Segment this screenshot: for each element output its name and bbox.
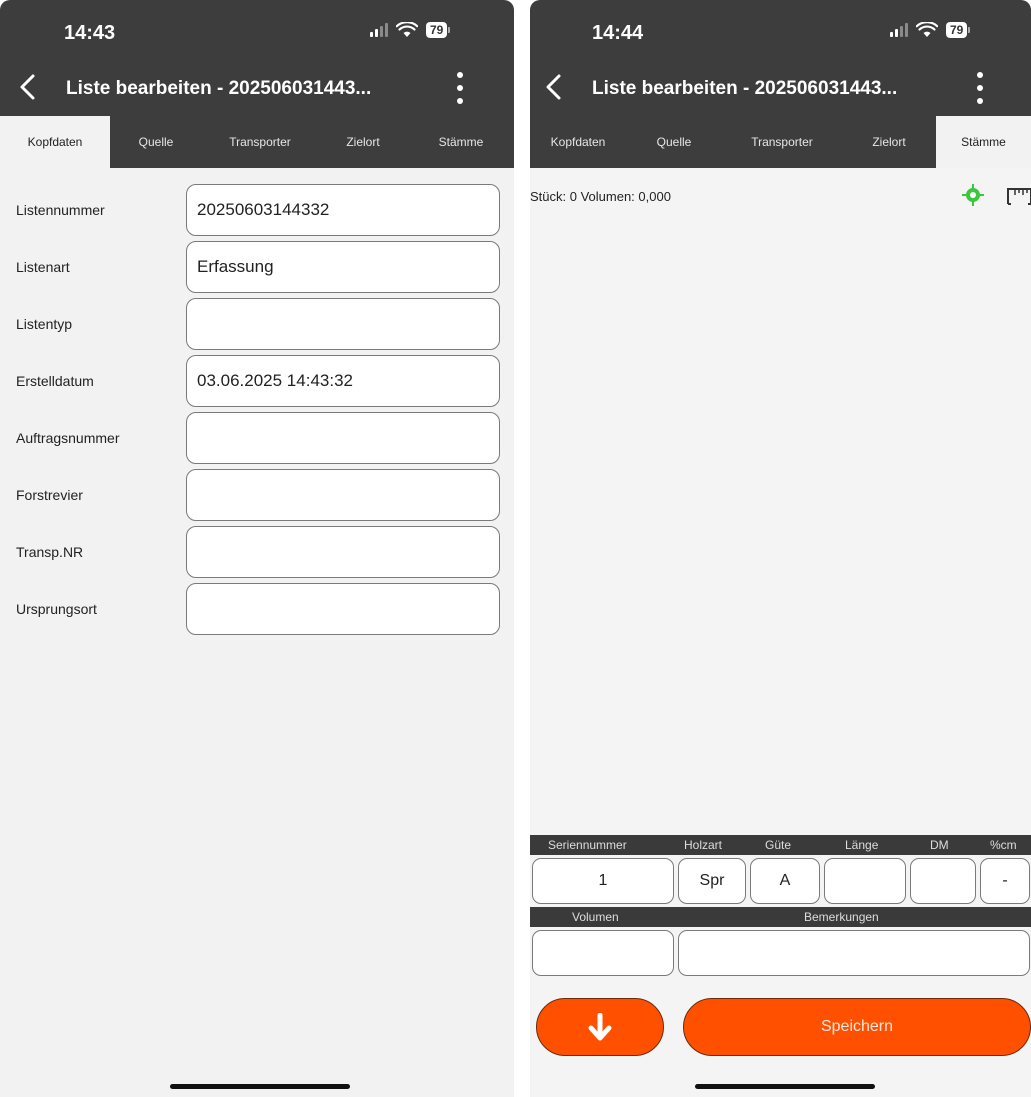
volumen-field[interactable] <box>532 930 674 976</box>
back-arrow-icon[interactable] <box>18 73 38 101</box>
status-bar: 14:43 79 <box>0 0 514 60</box>
listennummer-field[interactable]: 20250603144332 <box>186 184 500 236</box>
seriennummer-field[interactable]: 1 <box>532 858 674 904</box>
status-time: 14:43 <box>64 22 116 44</box>
tab-quelle[interactable]: Quelle <box>110 116 202 168</box>
tab-zielort[interactable]: Zielort <box>318 116 408 168</box>
wifi-icon <box>916 22 938 37</box>
transp-nr-field[interactable] <box>186 526 500 578</box>
header-volumen: Volumen <box>572 910 619 924</box>
more-vertical-icon[interactable] <box>975 72 985 104</box>
form-row-listenart: Listenart Erfassung <box>0 239 514 296</box>
form-row-forstrevier: Forstrevier <box>0 467 514 524</box>
prozent-cm-field[interactable]: - <box>980 858 1030 904</box>
header-laenge: Länge <box>845 838 879 852</box>
header-guete: Güte <box>765 838 792 852</box>
back-arrow-icon[interactable] <box>544 73 564 101</box>
battery-icon: 79 <box>946 22 971 38</box>
signal-icon <box>890 23 908 37</box>
erstelldatum-field[interactable]: 03.06.2025 14:43:32 <box>186 355 500 407</box>
tab-transporter[interactable]: Transporter <box>202 116 318 168</box>
gps-target-icon[interactable] <box>962 184 984 206</box>
status-time: 14:44 <box>592 22 644 44</box>
save-button[interactable]: Speichern <box>683 998 1031 1056</box>
header-prozent-cm: %cm <box>990 838 1017 852</box>
form-row-listentyp: Listentyp <box>0 296 514 353</box>
form-row-ursprungsort: Ursprungsort <box>0 581 514 638</box>
bemerkungen-field[interactable] <box>678 930 1030 976</box>
down-button[interactable] <box>536 998 664 1056</box>
status-bar: 14:44 79 <box>530 0 1031 60</box>
status-icons: 79 <box>890 22 971 38</box>
caliper-icon[interactable] <box>1004 186 1031 206</box>
tab-kopfdaten[interactable]: Kopfdaten <box>0 116 110 168</box>
tab-staemme[interactable]: Stämme <box>408 116 514 168</box>
listenart-field[interactable]: Erfassung <box>186 241 500 293</box>
grid-header-row-1: Seriennummer Holzart Güte Länge DM %cm <box>530 835 1031 855</box>
header-dm: DM <box>930 838 949 852</box>
right-phone-screen: 14:44 79 Liste bearbeiten - 202506031443… <box>530 0 1031 1097</box>
app-bar: Liste bearbeiten - 202506031443... <box>0 60 514 116</box>
screenshot-stage: 14:43 79 Liste bearbeiten - 202506031443… <box>0 0 1031 1097</box>
tab-kopfdaten[interactable]: Kopfdaten <box>530 116 626 168</box>
ursprungsort-field[interactable] <box>186 583 500 635</box>
field-label: Transp.NR <box>16 544 84 560</box>
form-row-erstelldatum: Erstelldatum 03.06.2025 14:43:32 <box>0 353 514 410</box>
field-label: Auftragsnummer <box>16 430 120 446</box>
grid-header-row-2: Volumen Bemerkungen <box>530 907 1031 927</box>
field-label: Forstrevier <box>16 487 83 503</box>
forstrevier-field[interactable] <box>186 469 500 521</box>
field-label: Erstelldatum <box>16 373 94 389</box>
field-label: Listentyp <box>16 316 73 332</box>
summary-text: Stück: 0 Volumen: 0,000 <box>530 189 671 204</box>
battery-level: 79 <box>426 22 448 38</box>
page-title: Liste bearbeiten - 202506031443... <box>592 78 898 99</box>
home-indicator[interactable] <box>170 1084 350 1089</box>
tab-quelle[interactable]: Quelle <box>626 116 722 168</box>
tab-bar: Kopfdaten Quelle Transporter Zielort Stä… <box>0 116 514 168</box>
page-title: Liste bearbeiten - 202506031443... <box>66 78 372 99</box>
status-icons: 79 <box>370 22 451 38</box>
home-indicator[interactable] <box>695 1084 875 1089</box>
more-vertical-icon[interactable] <box>455 72 465 104</box>
field-label: Listennummer <box>16 202 105 218</box>
tab-staemme[interactable]: Stämme <box>936 116 1031 168</box>
app-bar: Liste bearbeiten - 202506031443... <box>530 60 1031 116</box>
laenge-field[interactable] <box>824 858 906 904</box>
form-row-auftragsnummer: Auftragsnummer <box>0 410 514 467</box>
tab-transporter[interactable]: Transporter <box>722 116 842 168</box>
signal-icon <box>370 23 388 37</box>
tab-zielort[interactable]: Zielort <box>842 116 936 168</box>
header-bemerkungen: Bemerkungen <box>804 910 879 924</box>
field-label: Listenart <box>16 259 70 275</box>
battery-icon: 79 <box>426 22 451 38</box>
guete-field[interactable]: A <box>750 858 820 904</box>
dm-field[interactable] <box>910 858 976 904</box>
battery-level: 79 <box>946 22 968 38</box>
holzart-field[interactable]: Spr <box>678 858 746 904</box>
form-row-listennummer: Listennummer 20250603144332 <box>0 182 514 239</box>
wifi-icon <box>396 22 418 37</box>
tab-bar: Kopfdaten Quelle Transporter Zielort Stä… <box>530 116 1031 168</box>
field-label: Ursprungsort <box>16 601 97 617</box>
form-row-transp-nr: Transp.NR <box>0 524 514 581</box>
listentyp-field[interactable] <box>186 298 500 350</box>
header-holzart: Holzart <box>684 838 723 852</box>
arrow-down-icon <box>588 1013 612 1041</box>
header-seriennummer: Seriennummer <box>548 838 627 852</box>
auftragsnummer-field[interactable] <box>186 412 500 464</box>
left-phone-screen: 14:43 79 Liste bearbeiten - 202506031443… <box>0 0 514 1097</box>
